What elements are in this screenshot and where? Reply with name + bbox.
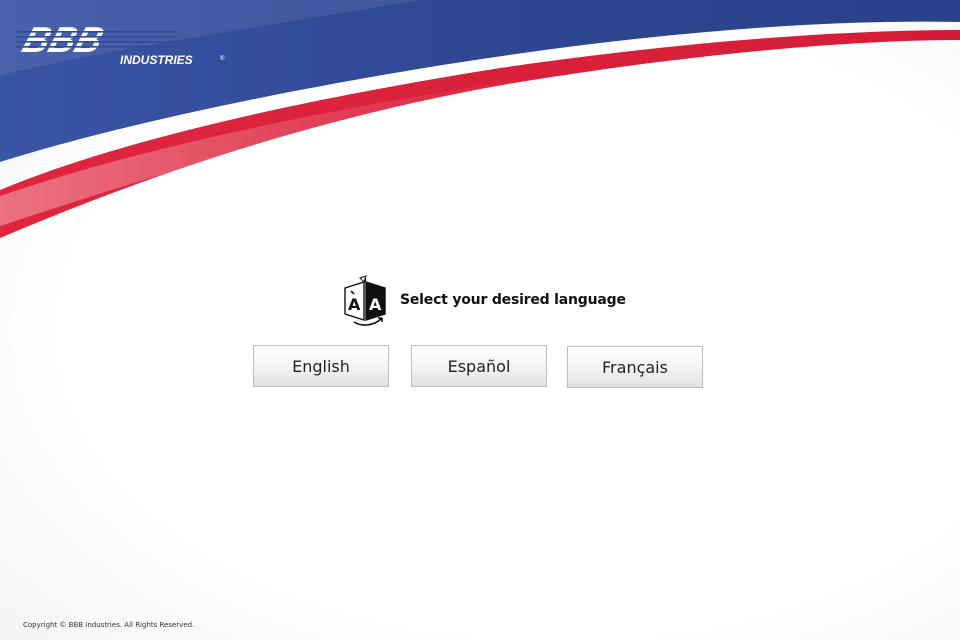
svg-text:INDUSTRIES: INDUSTRIES [120, 53, 193, 67]
bbb-industries-logo: BBB INDUSTRIES ® [16, 22, 225, 67]
svg-text:A: A [348, 295, 361, 314]
espanol-button-label: Español [447, 356, 511, 376]
francais-button[interactable]: Français [567, 346, 703, 388]
francais-button-label: Français [602, 357, 668, 377]
language-translate-icon: A A [344, 275, 386, 326]
copyright-text: Copyright © BBB Industries. All Rights R… [23, 621, 195, 629]
svg-text:A: A [369, 295, 382, 314]
language-select-screen: BBB INDUSTRIES ® A A Select your desired… [0, 0, 960, 640]
language-prompt: A A Select your desired language [342, 274, 626, 326]
svg-text:BBB: BBB [18, 22, 109, 60]
espanol-button[interactable]: Español [411, 345, 547, 387]
english-button[interactable]: English [253, 345, 389, 387]
svg-text:®: ® [220, 55, 225, 62]
language-prompt-text: Select your desired language [400, 292, 626, 308]
language-button-group: English Español Français [253, 345, 713, 391]
english-button-label: English [292, 356, 350, 376]
